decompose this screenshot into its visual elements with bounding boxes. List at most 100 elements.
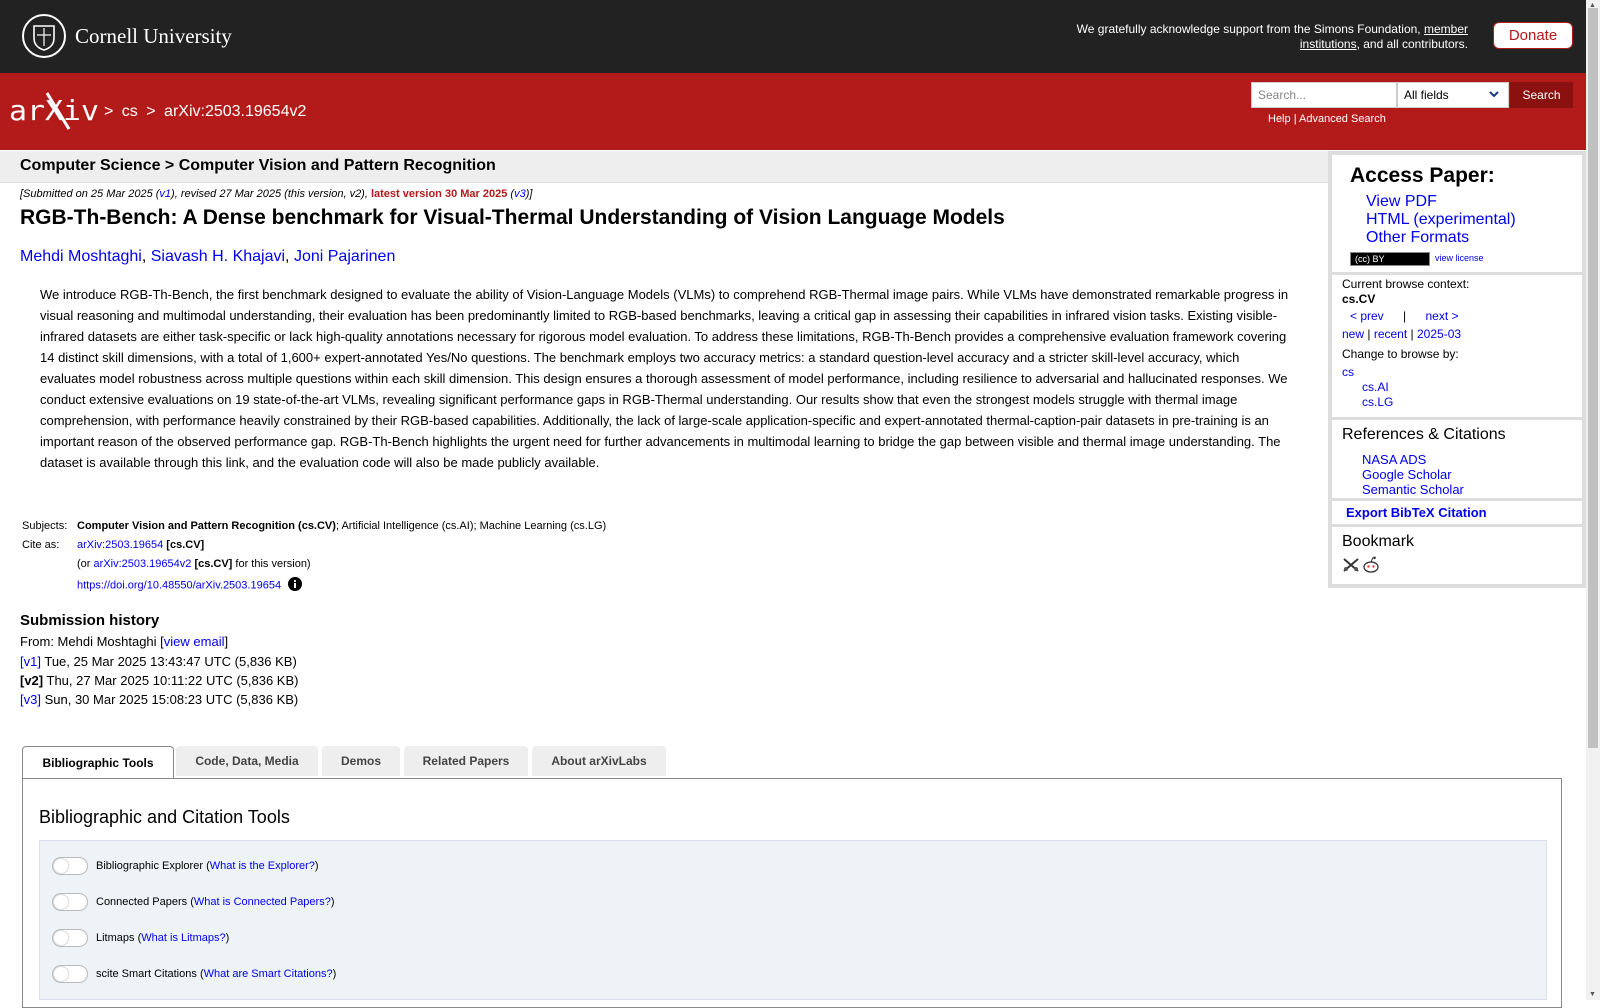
advanced-search-link[interactable]: Advanced Search <box>1299 113 1386 125</box>
version-entry: [v1] Tue, 25 Mar 2025 13:43:47 UTC (5,83… <box>20 654 297 669</box>
search-input[interactable]: Search... <box>1251 82 1397 108</box>
breadcrumb-sep: > <box>146 103 156 120</box>
sidebar: Access Paper: View PDF HTML (experimenta… <box>1328 151 1586 588</box>
reddit-icon[interactable] <box>1362 556 1380 579</box>
tools-list: Bibliographic Explorer (What is the Expl… <box>39 840 1547 1000</box>
version-link[interactable]: [v3] <box>20 692 41 707</box>
v3-link[interactable]: v3 <box>514 188 526 200</box>
v1-link[interactable]: v1 <box>159 188 171 200</box>
search-button[interactable]: Search <box>1510 82 1573 108</box>
acknowledgement: We gratefully acknowledge support from t… <box>1048 22 1468 52</box>
cite-version-tag: [cs.CV] <box>194 558 233 570</box>
help-link[interactable]: Help <box>1268 113 1291 125</box>
browse-cs-ai-link[interactable]: cs.AI <box>1362 380 1389 394</box>
browse-context-box: Current browse context: cs.CV < prev | n… <box>1332 275 1582 417</box>
other-subjects: ; Artificial Intelligence (cs.AI); Machi… <box>335 520 607 532</box>
view-license-link[interactable]: view license <box>1435 253 1484 263</box>
breadcrumb-sep: > <box>104 103 114 120</box>
tool-name: Connected Papers <box>96 896 188 908</box>
donate-button[interactable]: Donate <box>1493 22 1573 49</box>
panel-title: Bibliographic and Citation Tools <box>39 807 290 827</box>
scite-toggle[interactable] <box>52 965 88 983</box>
tool-help-link[interactable]: What is Litmaps? <box>141 932 225 944</box>
tab-related-papers[interactable]: Related Papers <box>404 746 528 776</box>
html-link[interactable]: HTML (experimental) <box>1366 211 1516 229</box>
submitter-prefix: From: Mehdi Moshtaghi [ <box>20 634 164 649</box>
next-link[interactable]: next > <box>1426 309 1459 323</box>
cornell-seal-icon <box>22 14 66 58</box>
view-pdf-link[interactable]: View PDF <box>1366 193 1437 211</box>
nasa-ads-link[interactable]: NASA ADS <box>1362 452 1426 467</box>
paren: ) <box>314 860 319 872</box>
version-link[interactable]: [v1] <box>20 654 41 669</box>
tab-demos[interactable]: Demos <box>322 746 400 776</box>
cornell-logo[interactable]: Cornell University <box>22 14 232 58</box>
view-email-link[interactable]: view email <box>164 634 225 649</box>
browse-cs-lg-link[interactable]: cs.LG <box>1362 395 1393 409</box>
dateline-close: )] <box>525 188 533 200</box>
tab-code-data-media[interactable]: Code, Data, Media <box>176 746 318 776</box>
tab-panel: Bibliographic and Citation Tools Bibliog… <box>22 778 1562 1008</box>
cite-id-link[interactable]: arXiv:2503.19654 <box>77 539 163 551</box>
export-bibtex-link[interactable]: Export BibTeX Citation <box>1346 505 1487 520</box>
tool-help-link[interactable]: What is the Explorer? <box>210 860 315 872</box>
new-link[interactable]: new <box>1342 327 1364 341</box>
scrollbar-thumb[interactable] <box>1588 8 1598 748</box>
context-label: Current browse context: <box>1342 277 1470 291</box>
breadcrumb-cs[interactable]: cs <box>122 103 138 120</box>
tool-help-link[interactable]: What are Smart Citations? <box>204 968 333 980</box>
doi-link[interactable]: https://doi.org/10.48550/arXiv.2503.1965… <box>77 579 281 591</box>
prev-link[interactable]: < prev <box>1350 309 1384 323</box>
ack-tail: , and all contributors. <box>1356 37 1468 51</box>
version-entry: [v2] Thu, 27 Mar 2025 10:11:22 UTC (5,83… <box>20 673 298 688</box>
context-value: cs.CV <box>1342 292 1376 306</box>
google-scholar-link[interactable]: Google Scholar <box>1362 467 1452 482</box>
bibsonomy-icon[interactable] <box>1342 557 1360 578</box>
cite-tag: [cs.CV] <box>166 539 205 551</box>
version-entry: [v3] Sun, 30 Mar 2025 15:08:23 UTC (5,83… <box>20 692 298 707</box>
tool-help-link[interactable]: What is Connected Papers? <box>194 896 331 908</box>
chevron-down-icon <box>1488 88 1500 103</box>
nav-sep: | <box>1367 327 1371 341</box>
help-links: Help | Advanced Search <box>1268 113 1386 125</box>
submission-history-heading: Submission history <box>20 612 160 629</box>
tab-bibliographic-tools[interactable]: Bibliographic Tools <box>22 746 174 779</box>
version-date: Thu, 27 Mar 2025 10:11:22 UTC (5,836 KB) <box>46 673 299 688</box>
author-link[interactable]: Mehdi Moshtaghi <box>20 248 142 265</box>
litmaps-toggle[interactable] <box>52 929 88 947</box>
other-formats-link[interactable]: Other Formats <box>1366 229 1469 247</box>
tool-row: Litmaps (What is Litmaps?) <box>52 929 229 947</box>
breadcrumb-paper-id[interactable]: arXiv:2503.19654v2 <box>164 103 306 120</box>
bibliographic-explorer-toggle[interactable] <box>52 857 88 875</box>
tab-about-arxivlabs[interactable]: About arXivLabs <box>532 746 666 776</box>
cc-license-badge[interactable]: (cc) BY <box>1350 252 1430 266</box>
version-date: Tue, 25 Mar 2025 13:43:47 UTC (5,836 KB) <box>44 654 297 669</box>
submission-dateline: [Submitted on 25 Mar 2025 (v1), revised … <box>20 188 532 200</box>
info-icon[interactable] <box>288 577 303 594</box>
subjects-value: Computer Vision and Pattern Recognition … <box>77 520 606 532</box>
scroll-down-icon[interactable]: ▼ <box>1589 991 1596 998</box>
arxiv-logo[interactable]: arXiv <box>9 91 101 131</box>
author-sep: , <box>285 248 290 265</box>
connected-papers-toggle[interactable] <box>52 893 88 911</box>
change-browse-label: Change to browse by: <box>1342 347 1459 361</box>
references-heading: References & Citations <box>1342 426 1506 443</box>
cite-version-prefix: (or <box>77 558 91 570</box>
access-paper-heading: Access Paper: <box>1350 164 1495 187</box>
author-link[interactable]: Joni Pajarinen <box>294 248 395 265</box>
cite-version-link[interactable]: arXiv:2503.19654v2 <box>94 558 192 570</box>
page-scrollbar[interactable]: ▲ ▼ <box>1586 0 1600 1000</box>
browse-cs-link[interactable]: cs <box>1342 365 1354 379</box>
recent-link[interactable]: recent <box>1374 327 1407 341</box>
author-link[interactable]: Siavash H. Khajavi <box>151 248 285 265</box>
cite-version-suffix: for this version) <box>235 558 311 570</box>
svg-text:arXiv: arXiv <box>9 94 99 127</box>
month-link[interactable]: 2025-03 <box>1417 327 1461 341</box>
top-bar: Cornell University We gratefully acknowl… <box>0 0 1586 73</box>
submitter-suffix: ] <box>224 634 229 649</box>
cite-version-row: (or arXiv:2503.19654v2 [cs.CV] for this … <box>77 558 311 570</box>
tool-name: Litmaps <box>96 932 135 944</box>
subjects-label: Subjects: <box>22 520 68 532</box>
search-field-select[interactable]: All fields <box>1397 82 1509 108</box>
semantic-scholar-link[interactable]: Semantic Scholar <box>1362 482 1464 497</box>
